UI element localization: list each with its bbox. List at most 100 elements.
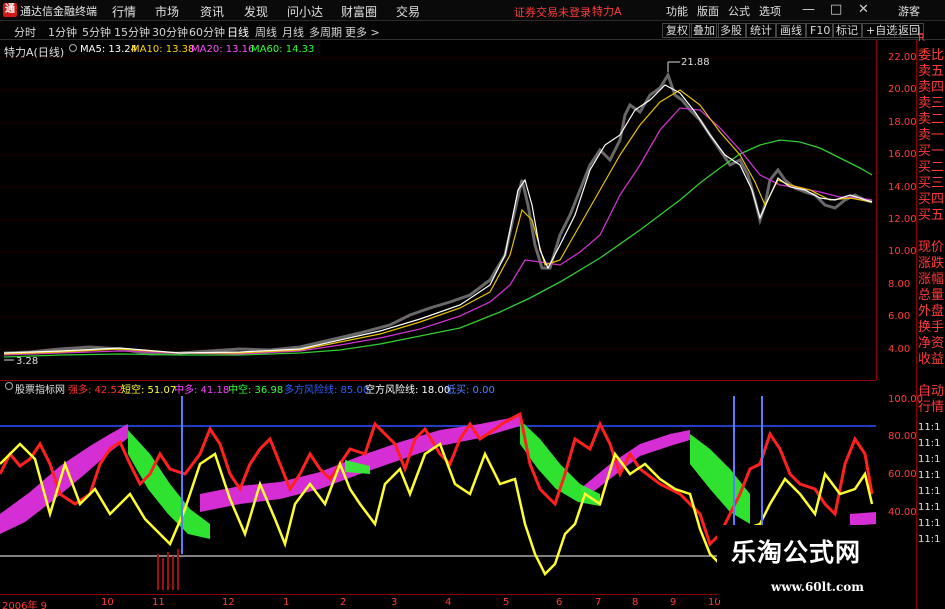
price-tick: 16.00 <box>888 149 917 160</box>
period-multi[interactable]: 多周期 <box>309 24 342 40</box>
f10-button[interactable]: F10 <box>806 23 835 38</box>
time-label: 10 <box>101 597 114 608</box>
period-more[interactable]: 更多 > <box>345 24 380 40</box>
ma5-label: MA5: 13.24 <box>80 44 138 55</box>
price-tick: 12.00 <box>888 214 917 225</box>
side-item: 卖四 <box>918 80 945 95</box>
side-item: 买二 <box>918 160 945 175</box>
side-item: 买五 <box>918 208 945 223</box>
minimize-icon[interactable]: — <box>802 2 815 17</box>
period-15min[interactable]: 15分钟 <box>114 24 150 40</box>
period-60min[interactable]: 60分钟 <box>189 24 225 40</box>
app-title: 通达信金融终端 <box>20 5 97 18</box>
menu-options[interactable]: 选项 <box>759 3 781 19</box>
time-label: 9 <box>670 597 677 608</box>
menu-quotes[interactable]: 行情 <box>112 3 136 20</box>
side-item: 买四 <box>918 192 945 207</box>
side-item: 卖五 <box>918 64 945 79</box>
price-tick: 18.00 <box>888 117 917 128</box>
period-30min[interactable]: 30分钟 <box>152 24 188 40</box>
time-label: 4 <box>445 597 452 608</box>
maximize-icon[interactable]: □ <box>830 2 842 17</box>
stats-button[interactable]: 统计 <box>746 23 776 38</box>
current-stock: 特力A <box>592 5 622 18</box>
chart-settings-icon[interactable] <box>69 44 77 52</box>
ma10-line <box>3 89 873 355</box>
guest-button[interactable]: 游客 <box>898 3 920 19</box>
tick-time: 11:1 <box>918 438 941 449</box>
period-toolbar: 分时 1分钟 5分钟 15分钟 30分钟 60分钟 日线 周线 月线 多周期 更… <box>0 21 945 40</box>
side-item: 现价 <box>918 240 945 255</box>
ma20-line <box>3 107 873 356</box>
period-intraday[interactable]: 分时 <box>14 24 36 40</box>
indicator-settings-icon[interactable] <box>5 382 13 390</box>
trade-login-status[interactable]: 证券交易未登录 <box>514 4 591 20</box>
side-item: 卖二 <box>918 112 945 127</box>
menu-layout[interactable]: 版面 <box>697 3 719 19</box>
side-item: 总量 <box>918 288 945 303</box>
time-label: 7 <box>595 597 602 608</box>
multi-stock-button[interactable]: 多股 <box>716 23 746 38</box>
ma60-label: MA60: 14.33 <box>251 44 315 55</box>
time-label: 6 <box>556 597 563 608</box>
watermark-url: www.60lt.com <box>771 580 864 594</box>
price-chart[interactable] <box>0 40 945 380</box>
menu-wealth[interactable]: 财富圈 <box>341 3 377 20</box>
period-daily[interactable]: 日线 <box>227 24 249 40</box>
menu-function[interactable]: 功能 <box>666 3 688 19</box>
period-5min[interactable]: 5分钟 <box>82 24 111 40</box>
tick-time: 11:1 <box>918 502 941 513</box>
time-label: 2 <box>340 597 347 608</box>
time-label: 11 <box>152 597 165 608</box>
menu-news[interactable]: 资讯 <box>200 3 224 20</box>
side-item: 涨跌 <box>918 256 945 271</box>
low-buy-bars <box>157 549 179 590</box>
period-monthly[interactable]: 月线 <box>282 24 304 40</box>
menu-bar: 通 通达信金融终端 行情 市场 资讯 发现 问小达 财富圈 交易 证券交易未登录… <box>0 0 945 21</box>
tick-time: 11:1 <box>918 422 941 433</box>
time-label: 8 <box>632 597 639 608</box>
menu-ask[interactable]: 问小达 <box>287 3 323 20</box>
menu-trade[interactable]: 交易 <box>396 3 420 20</box>
side-item: 收益 <box>918 352 945 367</box>
ma5-line <box>3 84 873 354</box>
side-item: 委比 <box>918 48 945 63</box>
time-label: 1 <box>283 597 290 608</box>
indicator-tick: 100.00 <box>888 394 923 405</box>
indicator-tick: 60.00 <box>888 469 917 480</box>
side-item: 涨幅 <box>918 272 945 287</box>
price-tick: 6.00 <box>888 311 911 322</box>
menu-discover[interactable]: 发现 <box>244 3 268 20</box>
price-tick: 4.00 <box>888 344 911 355</box>
tick-time: 11:1 <box>918 486 941 497</box>
high-price-label: 21.88 <box>681 57 710 68</box>
period-weekly[interactable]: 周线 <box>255 24 277 40</box>
side-item: 买三 <box>918 176 945 191</box>
side-item: 净资 <box>918 336 945 351</box>
side-item: 卖三 <box>918 96 945 111</box>
side-item: 换手 <box>918 320 945 335</box>
adjust-button[interactable]: 复权 <box>662 23 692 38</box>
overlay-button[interactable]: 叠加 <box>689 23 719 38</box>
time-label: 12 <box>222 597 235 608</box>
low-price-label: 3.28 <box>16 356 39 367</box>
watermark: 乐淘公式网 www.60lt.com <box>717 525 915 600</box>
app-logo-icon: 通 <box>3 3 17 17</box>
ma10-label: MA10: 13.38 <box>131 44 195 55</box>
price-tick: 10.00 <box>888 246 917 257</box>
menu-formula[interactable]: 公式 <box>728 3 750 19</box>
mark-button[interactable]: 标记 <box>832 23 862 38</box>
tick-time: 11:1 <box>918 470 941 481</box>
menu-market[interactable]: 市场 <box>155 3 179 20</box>
chart-title: 特力A(日线) <box>4 46 65 59</box>
close-icon[interactable]: ✕ <box>858 2 869 17</box>
draw-button[interactable]: 画线 <box>776 23 806 38</box>
ma20-label: MA20: 13.16 <box>191 44 255 55</box>
indicator-tick: 40.00 <box>888 507 917 518</box>
tick-time: 11:1 <box>918 454 941 465</box>
indicator-tick: 80.00 <box>888 431 917 442</box>
period-1min[interactable]: 1分钟 <box>48 24 77 40</box>
side-tab-r[interactable]: R <box>918 31 925 47</box>
tick-time: 11:1 <box>918 518 941 529</box>
watermark-title: 乐淘公式网 <box>731 538 862 567</box>
